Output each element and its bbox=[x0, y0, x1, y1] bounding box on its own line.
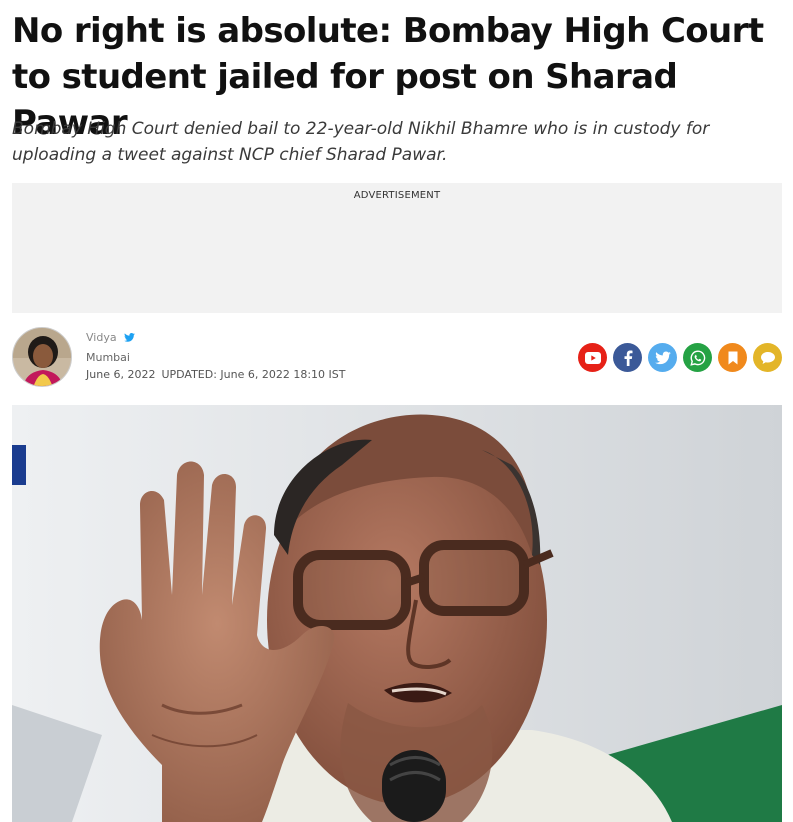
whatsapp-button[interactable] bbox=[683, 343, 712, 372]
twitter-button[interactable] bbox=[648, 343, 677, 372]
twitter-icon bbox=[654, 351, 671, 364]
author-avatar[interactable] bbox=[12, 327, 72, 387]
updated-date: UPDATED: June 6, 2022 18:10 IST bbox=[161, 368, 346, 381]
article-page: No right is absolute: Bombay High Court … bbox=[0, 0, 793, 822]
youtube-icon bbox=[584, 351, 601, 364]
youtube-button[interactable] bbox=[578, 343, 607, 372]
comment-button[interactable] bbox=[753, 343, 782, 372]
twitter-bird-icon[interactable] bbox=[124, 333, 135, 343]
article-summary: Bombay High Court denied bail to 22-year… bbox=[12, 119, 710, 165]
bookmark-button[interactable] bbox=[718, 343, 747, 372]
facebook-icon bbox=[624, 350, 632, 366]
advertisement-label: ADVERTISEMENT bbox=[353, 190, 441, 201]
whatsapp-icon bbox=[689, 349, 705, 366]
hero-photo bbox=[12, 405, 782, 822]
comment-icon bbox=[760, 351, 775, 364]
facebook-button[interactable] bbox=[613, 343, 642, 372]
bookmark-icon bbox=[728, 351, 737, 364]
byline-details: Vidya Mumbai June 6, 2022 UPDATED: June 6… bbox=[86, 329, 346, 381]
published-date: June 6, 2022 bbox=[86, 368, 156, 381]
byline: Vidya Mumbai June 6, 2022 UPDATED: June 6… bbox=[12, 327, 782, 389]
share-bar bbox=[572, 343, 782, 373]
author-name[interactable]: Vidya bbox=[86, 331, 117, 344]
publish-dates: June 6, 2022 UPDATED: June 6, 2022 18:10 … bbox=[86, 368, 346, 381]
hero-image[interactable] bbox=[12, 405, 782, 822]
author-location: Mumbai bbox=[86, 351, 130, 364]
advertisement-slot[interactable]: ADVERTISEMENT bbox=[12, 183, 782, 313]
